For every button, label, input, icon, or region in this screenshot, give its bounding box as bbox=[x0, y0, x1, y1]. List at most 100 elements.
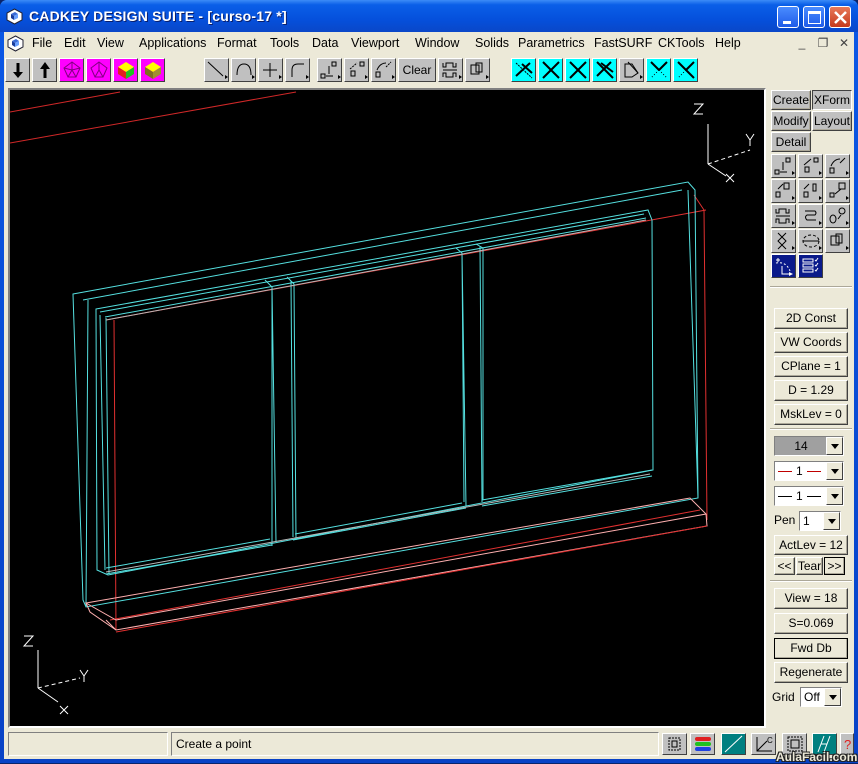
menu-window[interactable]: Window bbox=[415, 36, 459, 50]
mirror-icon bbox=[777, 232, 795, 250]
checklist-toggle-button[interactable] bbox=[798, 254, 823, 278]
tab-create[interactable]: Create bbox=[771, 90, 811, 110]
chevron-down-icon[interactable] bbox=[826, 462, 843, 480]
xform-translate-tool[interactable] bbox=[771, 154, 796, 178]
shaded-button-1[interactable] bbox=[113, 58, 138, 82]
trim-x-button-1[interactable] bbox=[538, 58, 563, 82]
xform-group-tool[interactable] bbox=[825, 229, 850, 253]
menu-format[interactable]: Format bbox=[217, 36, 257, 50]
menu-applications[interactable]: Applications bbox=[139, 36, 206, 50]
menu-help[interactable]: Help bbox=[715, 36, 741, 50]
trim-half-icon bbox=[677, 61, 695, 79]
xform-rotate-tool[interactable] bbox=[825, 154, 850, 178]
menu-solids[interactable]: Solids bbox=[475, 36, 509, 50]
cplane-axis-icon: C bbox=[756, 736, 773, 752]
menu-viewport[interactable]: Viewport bbox=[351, 36, 399, 50]
xform-mirror-tool[interactable] bbox=[771, 229, 796, 253]
wireframe-button-2[interactable] bbox=[86, 58, 111, 82]
arc-button[interactable] bbox=[231, 58, 256, 82]
view-button[interactable]: View = 18 bbox=[774, 588, 848, 609]
close-button[interactable] bbox=[829, 6, 851, 28]
xform-circular-tool[interactable] bbox=[798, 229, 823, 253]
pen-combo[interactable]: 1 bbox=[799, 511, 841, 531]
linewidth-combo[interactable]: 1 bbox=[774, 486, 844, 506]
menu-cktools[interactable]: CKTools bbox=[658, 36, 705, 50]
color-bars-button[interactable] bbox=[690, 733, 715, 755]
snap-window-button[interactable] bbox=[662, 733, 687, 755]
menu-edit[interactable]: Edit bbox=[64, 36, 86, 50]
color-bars-icon bbox=[695, 737, 711, 751]
xform-stretch-tool[interactable] bbox=[771, 204, 796, 228]
menu-view[interactable]: View bbox=[97, 36, 124, 50]
grid-combo[interactable]: Off bbox=[800, 687, 842, 707]
clear-button[interactable]: Clear bbox=[398, 58, 436, 82]
trim-x-button-2[interactable] bbox=[565, 58, 590, 82]
xform-array-tool[interactable] bbox=[825, 204, 850, 228]
point-button[interactable] bbox=[258, 58, 283, 82]
arrow-up-button[interactable] bbox=[32, 58, 57, 82]
pen-label: Pen bbox=[774, 513, 796, 527]
tear-prev-button[interactable]: << bbox=[774, 557, 795, 575]
menu-tools[interactable]: Tools bbox=[270, 36, 299, 50]
tab-detail[interactable]: Detail bbox=[771, 132, 811, 152]
depth-button[interactable]: D = 1.29 bbox=[774, 380, 848, 401]
title-bar[interactable]: CADKEY DESIGN SUITE - [curso-17 *] bbox=[0, 0, 858, 32]
fwd-db-button[interactable]: Fwd Db bbox=[774, 638, 848, 659]
xform-roundcopy-tool[interactable] bbox=[798, 204, 823, 228]
cplane-axis-button[interactable]: C bbox=[751, 733, 776, 755]
delay-toggle-button[interactable] bbox=[771, 254, 796, 278]
tear-button[interactable]: Tear bbox=[796, 557, 823, 575]
dimension-button[interactable] bbox=[438, 58, 463, 82]
svg-text:C: C bbox=[767, 736, 773, 745]
chevron-down-icon[interactable] bbox=[826, 437, 843, 455]
xform-translate-button[interactable] bbox=[317, 58, 342, 82]
wireframe-button-1[interactable] bbox=[59, 58, 84, 82]
xform-scale-tool[interactable] bbox=[798, 154, 823, 178]
break-button[interactable] bbox=[619, 58, 644, 82]
color-combo[interactable]: 14 bbox=[774, 436, 844, 456]
xform-move-tool[interactable] bbox=[771, 179, 796, 203]
xform-rotate-button[interactable] bbox=[371, 58, 396, 82]
scale-button[interactable]: S=0.069 bbox=[774, 613, 848, 634]
graphics-viewport[interactable] bbox=[8, 88, 766, 728]
model-drawing[interactable] bbox=[10, 90, 764, 726]
trim-dotted-button[interactable] bbox=[646, 58, 671, 82]
shaded-button-2[interactable] bbox=[140, 58, 165, 82]
mdi-close-button[interactable]: ✕ bbox=[836, 36, 852, 50]
group-button[interactable] bbox=[465, 58, 490, 82]
fillet-button[interactable] bbox=[285, 58, 310, 82]
document-logo-icon[interactable] bbox=[7, 35, 24, 52]
actlev-button[interactable]: ActLev = 12 bbox=[774, 535, 848, 555]
minimize-button[interactable] bbox=[777, 6, 799, 28]
chevron-down-icon[interactable] bbox=[826, 487, 843, 505]
construction-line-button[interactable] bbox=[721, 733, 746, 755]
tear-next-button[interactable]: >> bbox=[824, 557, 845, 575]
regenerate-button[interactable]: Regenerate bbox=[774, 662, 848, 683]
mdi-restore-button[interactable]: ❐ bbox=[815, 36, 831, 50]
mdi-minimize-button[interactable]: _ bbox=[794, 36, 810, 50]
maximize-button[interactable] bbox=[803, 6, 825, 28]
xform-move-copy-tool[interactable] bbox=[798, 179, 823, 203]
menu-data[interactable]: Data bbox=[312, 36, 338, 50]
trim-double-button[interactable] bbox=[592, 58, 617, 82]
trim-half-button[interactable] bbox=[673, 58, 698, 82]
menu-fastsurf[interactable]: FastSURF bbox=[594, 36, 652, 50]
2d-const-button[interactable]: 2D Const bbox=[774, 308, 848, 329]
xform-transfer-tool[interactable] bbox=[825, 179, 850, 203]
tab-layout[interactable]: Layout bbox=[812, 111, 852, 131]
chevron-down-icon[interactable] bbox=[824, 688, 841, 706]
vw-coords-button[interactable]: VW Coords bbox=[774, 332, 848, 353]
xform-scale-button[interactable] bbox=[344, 58, 369, 82]
linetype-combo[interactable]: 1 bbox=[774, 461, 844, 481]
cplane-button[interactable]: CPlane = 1 bbox=[774, 356, 848, 377]
menu-file[interactable]: File bbox=[32, 36, 52, 50]
menu-parametrics[interactable]: Parametrics bbox=[518, 36, 585, 50]
fillet-icon bbox=[291, 63, 309, 79]
tab-xform[interactable]: XForm bbox=[812, 90, 852, 110]
arrow-down-button[interactable] bbox=[5, 58, 30, 82]
msklev-button[interactable]: MskLev = 0 bbox=[774, 404, 848, 425]
trim-dashed-button[interactable] bbox=[511, 58, 536, 82]
line-button[interactable] bbox=[204, 58, 229, 82]
chevron-down-icon[interactable] bbox=[823, 512, 840, 530]
tab-modify[interactable]: Modify bbox=[771, 111, 811, 131]
